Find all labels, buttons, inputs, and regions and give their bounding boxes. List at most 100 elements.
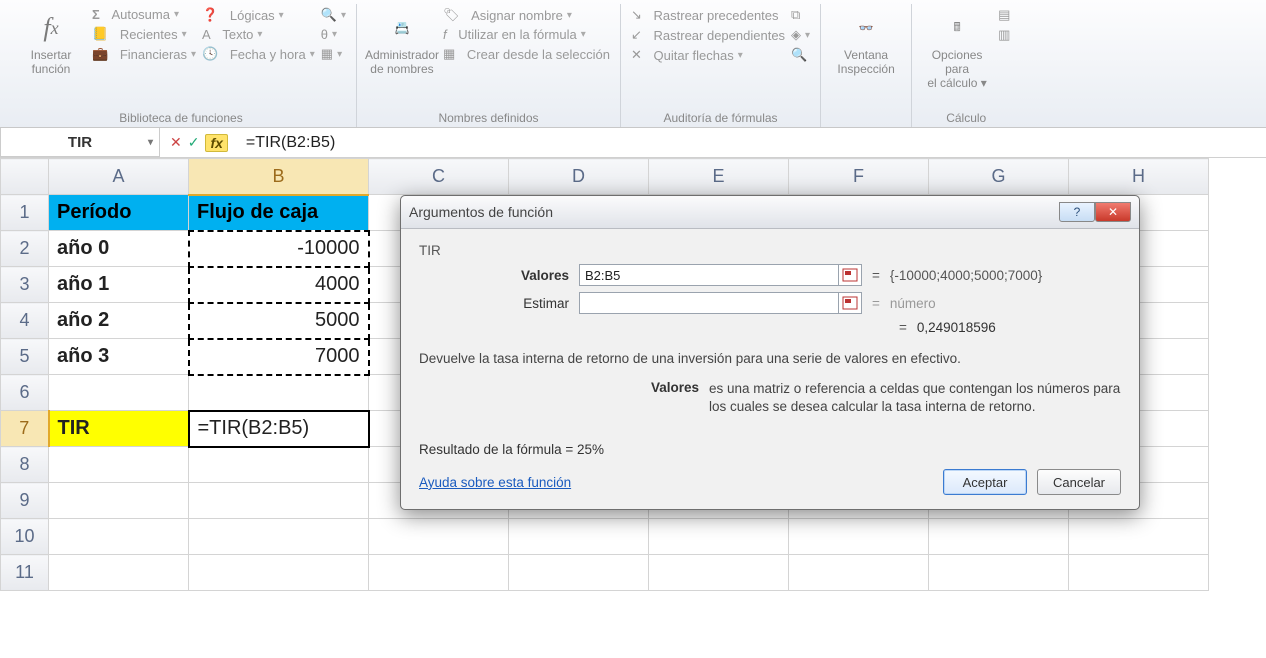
cell-A1[interactable]: Período <box>49 195 189 231</box>
arg-input-estimar[interactable] <box>579 292 839 314</box>
dialog-help-button[interactable]: ? <box>1059 202 1095 222</box>
cell-B6[interactable] <box>189 375 369 411</box>
arg-input-valores[interactable] <box>579 264 839 286</box>
arg-label-valores: Valores <box>419 268 579 283</box>
remove-arrows[interactable]: ✕ Quitar flechas <box>631 46 785 64</box>
cell-B5[interactable]: 7000 <box>189 339 369 375</box>
cell-A2[interactable]: año 0 <box>49 231 189 267</box>
create-from-selection[interactable]: ▦ Crear desde la selección <box>443 45 610 63</box>
trace-dependents[interactable]: ↙ Rastrear dependientes <box>631 26 785 44</box>
enter-formula-icon[interactable]: ✓ <box>188 134 200 151</box>
dialog-titlebar[interactable]: Argumentos de función ? ✕ <box>401 196 1139 229</box>
intermediate-result: 0,249018596 <box>917 320 996 335</box>
logical-menu[interactable]: ❓ Lógicas <box>202 6 315 24</box>
ribbon-group-formula-auditing: ↘ Rastrear precedentes ↙ Rastrear depend… <box>621 4 821 127</box>
range-picker-valores[interactable] <box>838 264 862 286</box>
function-description: Devuelve la tasa interna de retorno de u… <box>419 351 1121 366</box>
calc-sheet[interactable]: ▥ <box>998 26 1010 44</box>
calc-now[interactable]: ▤ <box>998 6 1010 24</box>
datetime-menu[interactable]: 🕓 Fecha y hora <box>202 45 315 63</box>
evaluate-icon: 🔍 <box>791 47 807 63</box>
range-picker-icon <box>842 268 858 282</box>
row-header-9[interactable]: 9 <box>1 483 49 519</box>
ribbon-group-calculation: 🖩 Opciones parael cálculo ▾ ▤ ▥ Cálculo <box>912 4 1020 127</box>
theta-icon: θ <box>321 27 328 42</box>
ok-button[interactable]: Aceptar <box>943 469 1027 495</box>
name-box[interactable]: TIR <box>0 128 160 157</box>
row-header-4[interactable]: 4 <box>1 303 49 339</box>
cell-A5[interactable]: año 3 <box>49 339 189 375</box>
col-header-C[interactable]: C <box>369 159 509 195</box>
insert-function-button[interactable]: fx Insertar función <box>16 6 86 80</box>
evaluate-formula[interactable]: 🔍 <box>791 46 810 64</box>
lookup-menu[interactable]: 🔍 <box>321 6 346 24</box>
math-menu[interactable]: θ <box>321 26 346 43</box>
sigma-icon: Σ <box>92 7 100 22</box>
cancel-button[interactable]: Cancelar <box>1037 469 1121 495</box>
cell-B4[interactable]: 5000 <box>189 303 369 339</box>
money-icon: 💼 <box>92 46 108 62</box>
col-header-E[interactable]: E <box>649 159 789 195</box>
col-header-B[interactable]: B <box>189 159 369 195</box>
autosum-menu[interactable]: Σ Autosuma <box>92 6 196 23</box>
row-header-10[interactable]: 10 <box>1 519 49 555</box>
col-header-D[interactable]: D <box>509 159 649 195</box>
row-header-7[interactable]: 7 <box>1 411 49 447</box>
cell-B1[interactable]: Flujo de caja <box>189 195 369 231</box>
cell-A4[interactable]: año 2 <box>49 303 189 339</box>
row-header-2[interactable]: 2 <box>1 231 49 267</box>
row-header-8[interactable]: 8 <box>1 447 49 483</box>
tag-icon: 🏷 <box>443 7 460 23</box>
cell-A7[interactable]: TIR <box>49 411 189 447</box>
calculation-options-button[interactable]: 🖩 Opciones parael cálculo ▾ <box>922 6 992 94</box>
row-header-1[interactable]: 1 <box>1 195 49 231</box>
calc-sheet-icon: ▥ <box>998 27 1010 43</box>
insert-function-icon[interactable]: fx <box>205 134 227 152</box>
remove-arrows-icon: ✕ <box>631 47 642 63</box>
col-header-H[interactable]: H <box>1069 159 1209 195</box>
col-header-A[interactable]: A <box>49 159 189 195</box>
group-label-calc: Cálculo <box>946 111 986 125</box>
select-all-corner[interactable] <box>1 159 49 195</box>
use-in-formula-menu[interactable]: f Utilizar en la fórmula <box>443 26 610 43</box>
error-check-icon: ◈ <box>791 27 801 43</box>
more-menu[interactable]: ▦ <box>321 45 346 63</box>
dialog-close-button[interactable]: ✕ <box>1095 202 1131 222</box>
arg-label-estimar: Estimar <box>419 296 579 311</box>
range-picker-icon <box>842 296 858 310</box>
row-header-11[interactable]: 11 <box>1 555 49 591</box>
row-header-3[interactable]: 3 <box>1 267 49 303</box>
cell-A6[interactable] <box>49 375 189 411</box>
text-menu[interactable]: A Texto <box>202 26 315 43</box>
cell-B2[interactable]: -10000 <box>189 231 369 267</box>
error-checking[interactable]: ◈ <box>791 26 810 44</box>
row-header-5[interactable]: 5 <box>1 339 49 375</box>
range-picker-estimar[interactable] <box>838 292 862 314</box>
text-icon: A <box>202 27 211 42</box>
define-name-menu[interactable]: 🏷 Asignar nombre <box>443 6 610 24</box>
cell-B3[interactable]: 4000 <box>189 267 369 303</box>
col-header-F[interactable]: F <box>789 159 929 195</box>
lookup-icon: 🔍 <box>321 7 337 23</box>
cell-B7[interactable]: =TIR(B2:B5) <box>189 411 369 447</box>
recent-menu[interactable]: 📒 Recientes <box>92 25 196 43</box>
group-label-library: Biblioteca de funciones <box>119 111 242 125</box>
trace-precedents[interactable]: ↘ Rastrear precedentes <box>631 6 785 24</box>
name-manager-button[interactable]: 📇 Administradorde nombres <box>367 6 437 80</box>
watch-window-button[interactable]: 👓 VentanaInspección <box>831 6 901 80</box>
show-formulas[interactable]: ⧉ <box>791 6 810 24</box>
more-icon: ▦ <box>321 46 333 62</box>
row-header-6[interactable]: 6 <box>1 375 49 411</box>
cell-A3[interactable]: año 1 <box>49 267 189 303</box>
grid-icon: ▦ <box>443 46 455 62</box>
col-header-G[interactable]: G <box>929 159 1069 195</box>
trace-dep-icon: ↙ <box>631 27 642 43</box>
group-label-names: Nombres definidos <box>438 111 538 125</box>
cancel-formula-icon[interactable]: ✕ <box>170 134 182 151</box>
function-arguments-dialog: Argumentos de función ? ✕ TIR Valores = … <box>400 195 1140 510</box>
formula-input[interactable] <box>238 128 1266 157</box>
calculator-icon: 🖩 <box>939 10 975 46</box>
function-help-link[interactable]: Ayuda sobre esta función <box>419 475 571 490</box>
financial-menu[interactable]: 💼 Financieras <box>92 45 196 63</box>
ribbon: fx Insertar función Σ Autosuma 📒 Recient… <box>0 0 1266 128</box>
